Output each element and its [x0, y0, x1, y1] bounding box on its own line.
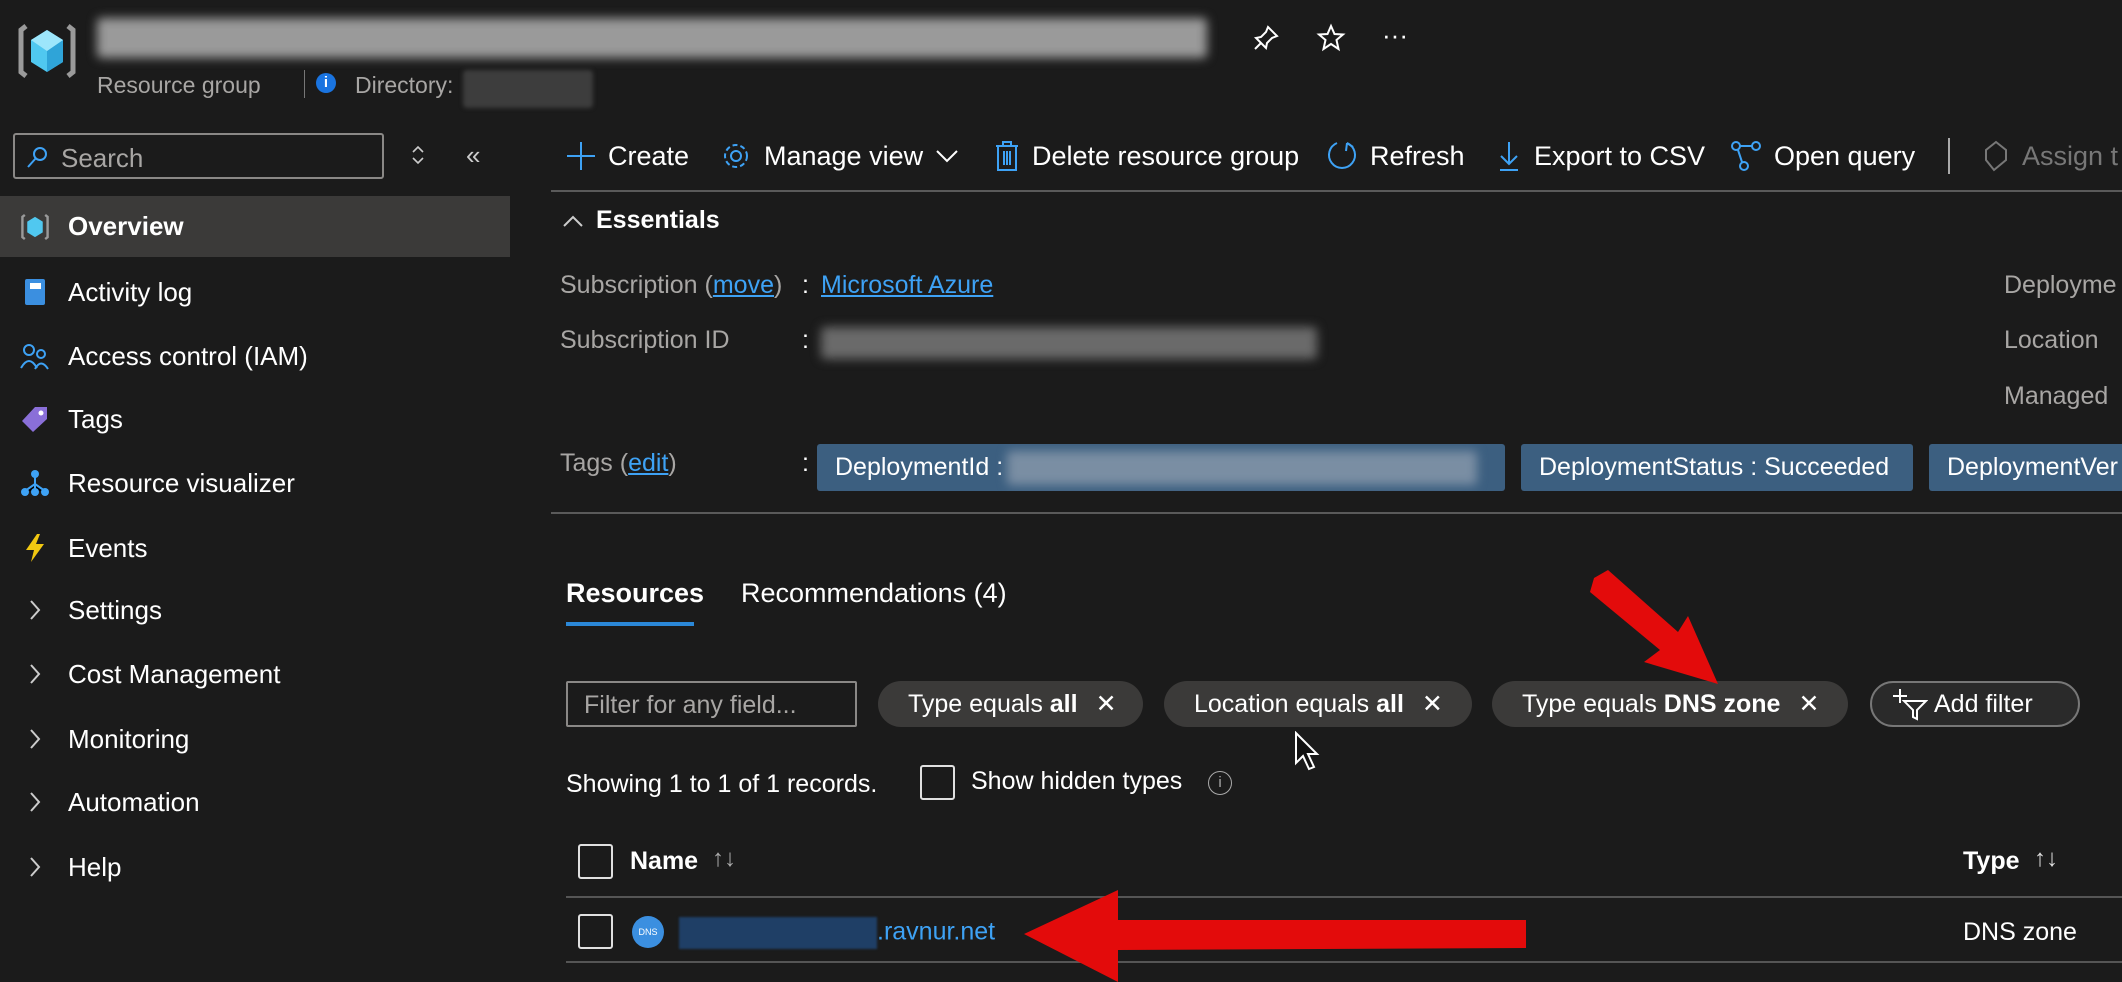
managed-label: Managed: [2004, 382, 2109, 410]
colon: :: [802, 271, 809, 299]
resource-group-title-redacted: [97, 18, 1207, 58]
sidebar-item-cost-management[interactable]: Cost Management: [0, 643, 510, 705]
mouse-cursor-icon: [1295, 731, 1320, 771]
download-icon: [1500, 142, 1518, 171]
tag-deployment-version: DeploymentVer: [1929, 444, 2122, 491]
tag-outline-icon: [1985, 140, 2007, 172]
directory-value-redacted: [463, 70, 593, 108]
subscription-label: Subscription (move): [560, 271, 783, 299]
add-filter-icon: [1893, 689, 1928, 721]
essentials-toggle[interactable]: Essentials: [562, 206, 720, 235]
refresh-icon: [1328, 142, 1356, 169]
toolbar-separator: [1948, 138, 1950, 174]
tab-resources[interactable]: Resources: [566, 578, 704, 609]
pin-icon[interactable]: [1252, 24, 1280, 52]
people-icon: [20, 341, 50, 371]
show-hidden-types-checkbox[interactable]: [920, 765, 955, 800]
sidebar-item-access-control[interactable]: Access control (IAM): [0, 325, 510, 387]
query-icon: [1731, 141, 1761, 171]
info-icon: i: [316, 73, 336, 93]
chevron-up-icon: [563, 215, 583, 227]
gear-icon: [724, 144, 748, 168]
resource-group-icon: [18, 20, 76, 82]
create-button[interactable]: Create: [566, 133, 689, 179]
sidebar-item-settings[interactable]: Settings: [0, 579, 510, 641]
manage-view-button[interactable]: Manage view: [720, 133, 959, 179]
delete-resource-group-button[interactable]: Delete resource group: [994, 133, 1299, 179]
subscription-id-label: Subscription ID: [560, 326, 730, 354]
filter-chip-type-all[interactable]: Type equals all ✕: [878, 681, 1143, 727]
subscription-link[interactable]: Microsoft Azure: [821, 271, 993, 300]
sidebar-item-events[interactable]: Events: [0, 517, 510, 579]
deployment-label: Deployme: [2004, 271, 2117, 299]
resource-type-cell: DNS zone: [1963, 918, 2077, 946]
sidebar-search-input[interactable]: Search: [13, 133, 384, 179]
chevron-down-icon: [936, 150, 958, 163]
hierarchy-icon: [20, 468, 50, 498]
star-icon[interactable]: [1316, 23, 1346, 53]
expand-collapse-icon[interactable]: [410, 143, 426, 167]
dns-zone-icon: DNS: [632, 916, 664, 948]
close-icon[interactable]: ✕: [1096, 689, 1117, 719]
trash-icon: [996, 141, 1018, 171]
refresh-button[interactable]: Refresh: [1326, 133, 1465, 179]
move-link[interactable]: move: [713, 271, 774, 299]
sidebar-item-monitoring[interactable]: Monitoring: [0, 708, 510, 770]
sidebar-item-automation[interactable]: Automation: [0, 771, 510, 833]
annotation-arrow-down-right: [1590, 570, 1718, 684]
chevron-right-icon: [20, 787, 50, 817]
chevron-right-icon: [20, 595, 50, 625]
sort-icon[interactable]: ↑↓: [712, 845, 736, 873]
sidebar-item-tags[interactable]: Tags: [0, 388, 510, 450]
column-header-type[interactable]: Type: [1963, 847, 2020, 876]
tab-active-underline: [566, 622, 694, 626]
directory-label: Directory:: [355, 72, 454, 98]
add-filter-button[interactable]: Add filter: [1870, 681, 2080, 727]
plus-icon: [567, 142, 595, 170]
search-icon: [27, 147, 47, 168]
filter-chip-location-all[interactable]: Location equals all ✕: [1164, 681, 1472, 727]
colon: :: [802, 449, 809, 477]
column-header-name[interactable]: Name: [630, 847, 698, 876]
resource-group-icon: [20, 212, 50, 242]
toolbar-divider: [551, 190, 2122, 192]
location-label: Location: [2004, 326, 2099, 354]
row-checkbox[interactable]: [578, 914, 613, 949]
tag-deployment-status: DeploymentStatus : Succeeded: [1521, 444, 1913, 491]
sidebar-item-overview[interactable]: Overview: [0, 196, 510, 257]
edit-tags-link[interactable]: edit: [628, 449, 668, 477]
resource-name-link[interactable]: .ravnur.net: [679, 917, 995, 949]
colon: :: [802, 326, 809, 354]
annotation-arrow-left: [1024, 890, 1526, 982]
assign-tags-button: Assign t: [1982, 133, 2118, 179]
filter-input[interactable]: Filter for any field...: [566, 681, 857, 727]
resource-type-label: Resource group: [97, 72, 261, 98]
open-query-button[interactable]: Open query: [1730, 133, 1915, 179]
tag-icon: [20, 404, 50, 434]
tag-deployment-id: DeploymentId :: [817, 444, 1505, 491]
export-csv-button[interactable]: Export to CSV: [1496, 133, 1705, 179]
subscription-id-redacted: [821, 327, 1317, 359]
chevron-right-icon: [20, 724, 50, 754]
lightning-icon: [20, 533, 50, 563]
info-icon: i: [1208, 771, 1232, 795]
header-divider: [304, 70, 305, 98]
show-hidden-types-label: Show hidden types: [971, 767, 1183, 795]
tab-recommendations[interactable]: Recommendations (4): [741, 578, 1007, 609]
chevron-right-icon: [20, 659, 50, 689]
sidebar-item-help[interactable]: Help: [0, 836, 510, 898]
close-icon[interactable]: ✕: [1422, 689, 1443, 719]
records-count: Showing 1 to 1 of 1 records.: [566, 770, 878, 798]
sort-icon[interactable]: ↑↓: [2034, 845, 2058, 873]
chevron-right-icon: [20, 852, 50, 882]
more-icon[interactable]: ···: [1382, 20, 1408, 51]
sidebar-item-resource-visualizer[interactable]: Resource visualizer: [0, 452, 510, 514]
essentials-divider: [551, 512, 2122, 514]
select-all-checkbox[interactable]: [578, 844, 613, 879]
tags-label: Tags (edit): [560, 449, 677, 477]
collapse-sidebar-icon[interactable]: «: [466, 140, 480, 171]
sidebar-item-activity-log[interactable]: Activity log: [0, 261, 510, 323]
book-icon: [20, 277, 50, 307]
close-icon[interactable]: ✕: [1798, 689, 1819, 719]
